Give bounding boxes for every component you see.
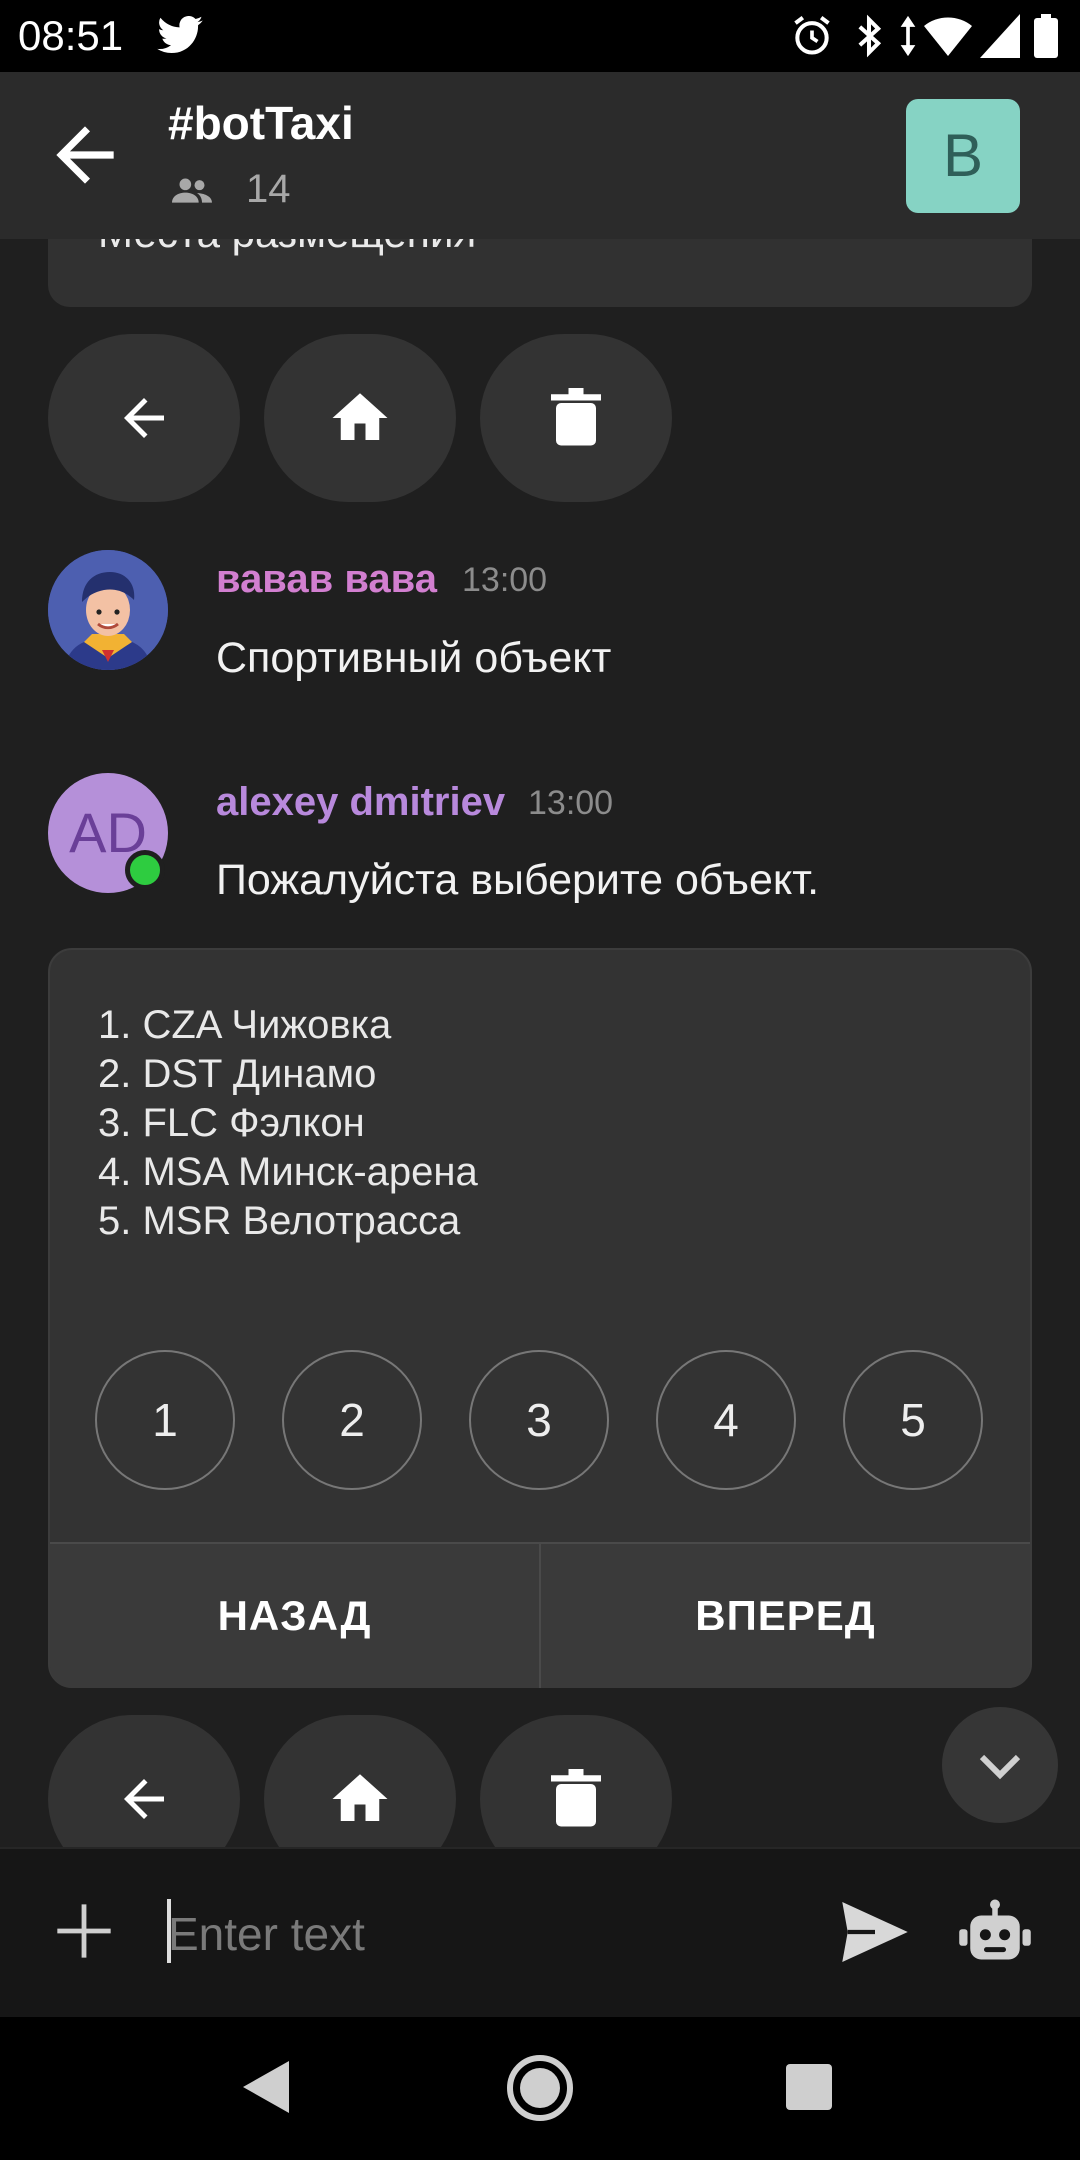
message-time: 13:00 (528, 784, 614, 822)
android-back-button[interactable] (243, 2061, 289, 2113)
action-back-button[interactable] (48, 1715, 240, 1847)
option-button-3[interactable]: 3 (469, 1350, 609, 1490)
twitter-icon (157, 16, 203, 54)
wifi-icon (924, 14, 972, 58)
card-navigation: НАЗАД ВПЕРЕД (50, 1542, 1030, 1688)
members-count: 14 (246, 167, 291, 211)
list-item: 1. CZA Чижовка (98, 1003, 392, 1047)
signal-icon (980, 14, 1020, 58)
action-delete-button[interactable] (480, 334, 672, 502)
previous-message-text: Места размещения (98, 239, 476, 257)
back-arrow-icon (124, 1779, 164, 1819)
option-button-2[interactable]: 2 (282, 1350, 422, 1490)
bluetooth-icon (852, 14, 886, 58)
action-delete-button[interactable] (480, 1715, 672, 1847)
android-home-button[interactable] (506, 2054, 574, 2122)
android-recents-button[interactable] (786, 2064, 832, 2110)
text-cursor (167, 1899, 171, 1963)
send-button[interactable] (842, 1902, 908, 1962)
status-time: 08:51 (18, 12, 124, 59)
message-text: Пожалуйста выберите объект. (216, 856, 820, 904)
plus-icon (57, 1904, 111, 1958)
scroll-down-button[interactable] (942, 1707, 1058, 1823)
data-arrows-icon (898, 14, 918, 58)
back-nav-button[interactable]: НАЗАД (50, 1544, 539, 1688)
alarm-icon (790, 14, 834, 58)
home-icon (332, 393, 388, 440)
attach-button[interactable] (52, 1899, 116, 1963)
action-home-button[interactable] (264, 334, 456, 502)
sender-name[interactable]: вавав вава (216, 557, 437, 602)
channel-title[interactable]: #botTaxi (168, 96, 354, 150)
avatar[interactable] (48, 550, 168, 670)
action-back-button[interactable] (48, 334, 240, 502)
robot-icon (959, 1899, 1031, 1960)
option-button-4[interactable]: 4 (656, 1350, 796, 1490)
message-text: Спортивный объект (216, 634, 612, 682)
back-arrow-icon (124, 398, 164, 438)
online-status-dot (125, 850, 165, 890)
option-button-5[interactable]: 5 (843, 1350, 983, 1490)
chevron-down-icon (979, 1754, 1021, 1780)
trash-icon (551, 388, 601, 446)
circle-home-icon (507, 2055, 573, 2121)
home-icon (332, 1774, 388, 1821)
list-item: 4. MSA Минск-арена (98, 1150, 478, 1194)
list-item: 2. DST Динамо (98, 1052, 377, 1096)
options-list: 1. CZA Чижовка 2. DST Динамо 3. FLC Фэлк… (98, 1001, 478, 1246)
forward-nav-button[interactable]: ВПЕРЕД (541, 1544, 1030, 1688)
trash-icon (551, 1769, 601, 1827)
bot-commands-button[interactable] (958, 1899, 1032, 1965)
triangle-back-icon (243, 2061, 289, 2113)
message-time: 13:00 (462, 561, 548, 599)
sender-name[interactable]: alexey dmitriev (216, 780, 505, 825)
send-icon (842, 1902, 908, 1962)
list-item: 5. MSR Велотрасса (98, 1199, 461, 1243)
message-input[interactable] (166, 1895, 810, 1973)
option-button-1[interactable]: 1 (95, 1350, 235, 1490)
back-button[interactable] (42, 112, 128, 198)
members-icon (172, 176, 212, 206)
action-home-button[interactable] (264, 1715, 456, 1847)
back-arrow-icon (56, 126, 114, 184)
square-recents-icon (786, 2064, 832, 2110)
user-avatar-illustration (48, 550, 168, 670)
bot-avatar[interactable]: B (906, 99, 1020, 213)
battery-icon (1034, 14, 1058, 58)
list-item: 3. FLC Фэлкон (98, 1101, 365, 1145)
chat-area[interactable]: Места размещения вавав вава 13:00 Спорти… (0, 239, 1080, 1847)
